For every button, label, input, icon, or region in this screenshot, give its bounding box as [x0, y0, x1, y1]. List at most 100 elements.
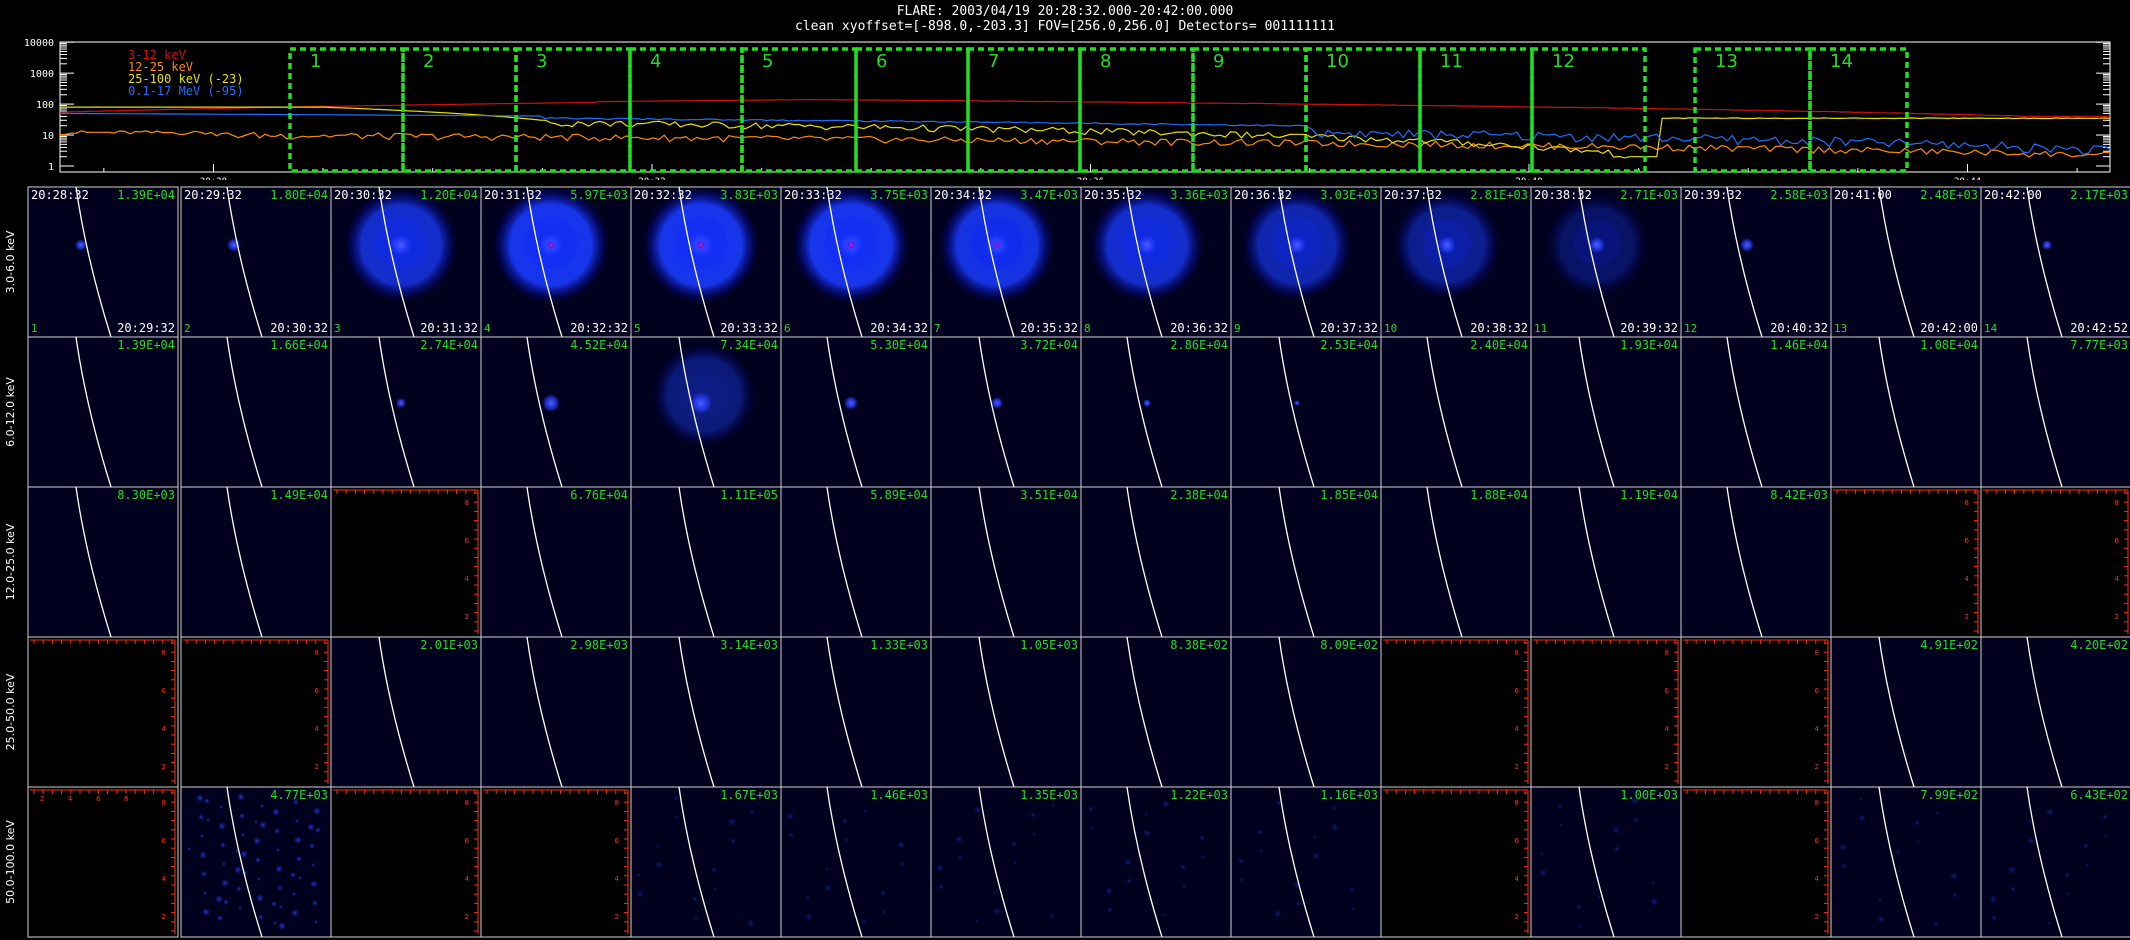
empty-axis-label: 2	[1815, 913, 1819, 921]
noise-spot	[728, 818, 736, 826]
end-time: 20:32:32	[570, 321, 628, 335]
image-panel: 6.76E+04	[480, 486, 632, 638]
source-blob	[1137, 235, 1157, 255]
peak-value: 1.46E+04	[1770, 338, 1828, 352]
empty-axis-label: 6	[1965, 537, 1970, 545]
empty-axis-label: 2	[1815, 763, 1819, 771]
noise-spot	[215, 895, 223, 903]
source-core	[991, 239, 1003, 251]
panel-background	[780, 336, 932, 488]
noise-spot	[861, 919, 867, 925]
panel-background	[1230, 486, 1382, 638]
noise-spot	[749, 809, 755, 815]
peak-value: 3.47E+03	[1020, 188, 1078, 202]
empty-axis-label: 4	[1965, 575, 1970, 583]
peak-value: 1.08E+04	[1920, 338, 1978, 352]
image-panel: 8.38E+02	[1080, 636, 1232, 788]
source-core	[545, 239, 557, 251]
source-blob	[396, 398, 406, 408]
image-panel: 4.77E+03	[180, 786, 332, 938]
panel-background	[1080, 336, 1232, 488]
noise-spot	[1162, 800, 1170, 808]
noise-spot	[1557, 803, 1563, 809]
peak-value: 7.99E+02	[1920, 788, 1978, 802]
empty-axis-label: 8	[124, 795, 128, 803]
image-panel: 2 4 6 8	[1380, 786, 1532, 938]
panel-number: 9	[1234, 322, 1241, 335]
panel-background	[330, 336, 482, 488]
peak-value: 1.00E+03	[1620, 788, 1678, 802]
panel-background	[1530, 786, 1682, 938]
source-blob	[1740, 238, 1754, 252]
image-panel: 6.43E+02	[1980, 786, 2130, 938]
noise-spot	[1331, 823, 1339, 831]
noise-spot	[1013, 861, 1017, 865]
peak-value: 5.89E+04	[870, 488, 928, 502]
peak-value: 2.86E+04	[1170, 338, 1228, 352]
empty-axis-label: 4	[1515, 725, 1520, 733]
empty-axis-label: 6	[1515, 837, 1520, 845]
panel-background	[630, 636, 782, 788]
noise-spot	[825, 867, 829, 871]
noise-spot	[2046, 808, 2054, 816]
noise-spot	[936, 864, 944, 872]
image-panel: 3.83E+03 20:32:32 20:33:32 5	[630, 186, 782, 338]
peak-value: 1.35E+03	[1020, 788, 1078, 802]
noise-spot	[1011, 841, 1017, 847]
panel-background	[180, 636, 332, 788]
empty-axis-label: 6	[465, 537, 470, 545]
panel-number: 13	[1834, 322, 1847, 335]
image-panel: 1.00E+03	[1530, 786, 1682, 938]
noise-spot	[223, 899, 229, 905]
image-panel: 2.53E+04	[1230, 336, 1382, 488]
image-panel: 3.51E+04	[930, 486, 1082, 638]
panel-background	[930, 486, 1082, 638]
noise-spot	[788, 832, 794, 838]
peak-value: 1.67E+03	[720, 788, 778, 802]
noise-spot	[824, 884, 832, 892]
noise-spot	[656, 844, 660, 848]
peak-value: 2.71E+03	[1620, 188, 1678, 202]
panel-background	[480, 636, 632, 788]
noise-spot	[292, 892, 296, 896]
noise-spot	[2047, 921, 2051, 925]
noise-spot	[255, 857, 261, 863]
empty-axis-label: 8	[465, 799, 469, 807]
image-panel: 1.88E+04	[1380, 486, 1532, 638]
noise-spot	[275, 865, 283, 873]
noise-spot	[309, 843, 315, 849]
noise-spot	[994, 890, 998, 894]
noise-spot	[899, 861, 905, 867]
panel-background	[1680, 786, 1832, 938]
image-panel: 2.98E+03	[480, 636, 632, 788]
image-panel: 1.80E+04 20:29:32 20:30:32 2	[180, 186, 332, 338]
peak-value: 2.81E+03	[1470, 188, 1528, 202]
panel-background	[27, 186, 179, 338]
peak-value: 2.58E+03	[1770, 188, 1828, 202]
peak-value: 7.34E+04	[720, 338, 778, 352]
peak-value: 2.53E+04	[1320, 338, 1378, 352]
image-panel: 1.46E+03	[780, 786, 932, 938]
panel-number: 2	[184, 322, 191, 335]
noise-spot	[239, 813, 245, 819]
start-time: 20:31:32	[484, 188, 542, 202]
noise-spot	[1952, 892, 1958, 898]
start-time: 20:38:32	[1534, 188, 1592, 202]
noise-spot	[842, 818, 848, 824]
noise-spot	[1650, 898, 1658, 906]
empty-axis-label: 2	[465, 613, 469, 621]
panel-background	[1830, 336, 1982, 488]
empty-axis-label: 4	[315, 725, 320, 733]
peak-value: 2.01E+03	[420, 638, 478, 652]
peak-value: 8.30E+03	[117, 488, 175, 502]
start-time: 20:30:32	[334, 188, 392, 202]
source-blob	[1589, 237, 1605, 253]
empty-axis-label: 8	[162, 799, 166, 807]
empty-axis-label: 4	[68, 795, 73, 803]
empty-axis-label: 8	[1965, 499, 1969, 507]
empty-axis-label: 4	[162, 875, 167, 883]
noise-spot	[206, 818, 210, 822]
empty-axis-label: 4	[1665, 725, 1670, 733]
image-panel: 1.66E+04	[180, 336, 332, 488]
noise-spot	[1895, 849, 1901, 855]
